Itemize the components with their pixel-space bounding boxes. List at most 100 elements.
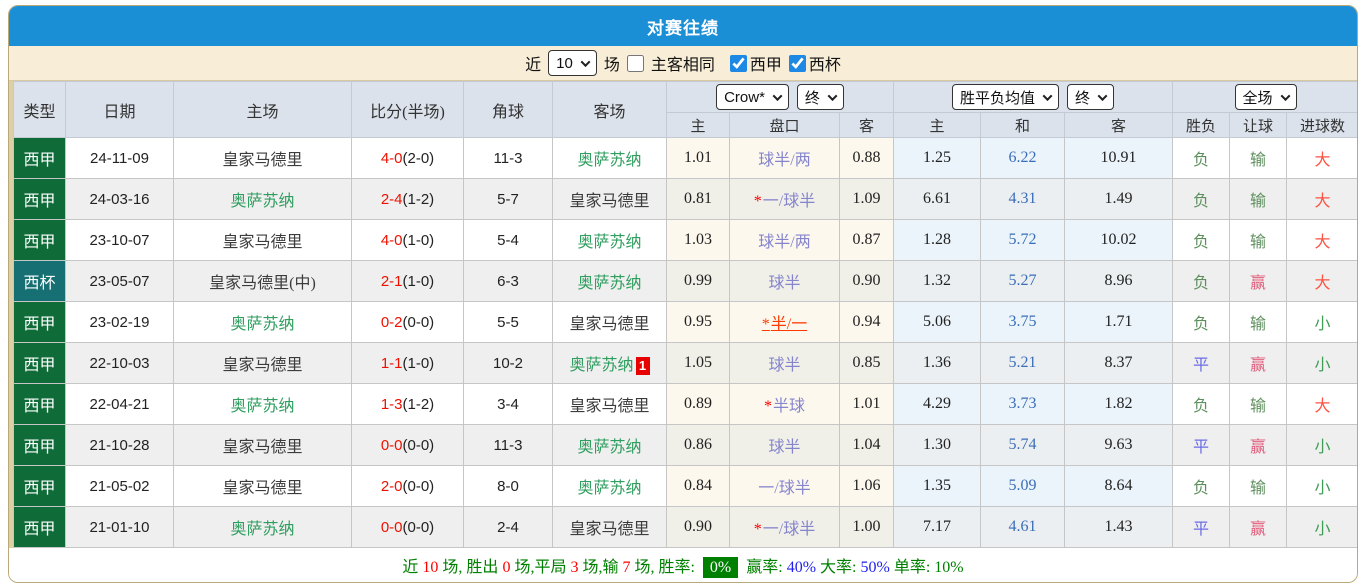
same-venue-checkbox[interactable] [626,54,644,72]
crow-away-odds-cell: 0.85 [839,342,894,384]
footer-label: 赢率: [742,559,787,576]
avg-draw-cell: 5.74 [980,424,1065,466]
sub-header-odds-home: 主 [666,112,730,138]
avg-home-cell: 6.61 [893,178,981,220]
result-goals-cell: 大 [1285,219,1357,261]
avg-draw-cell: 3.75 [980,301,1065,343]
avg-draw-cell: 5.72 [980,219,1065,261]
avg-draw-cell: 3.73 [980,383,1065,425]
footer-label: 场,平局 [510,559,571,576]
score-cell: 1-1(1-0) [351,342,464,384]
bookmaker-state-select[interactable]: 终 [796,84,844,110]
home-team-cell: 皇家马德里(中) [173,260,352,302]
summary-line: 近 10 场, 胜出 0 场,平局 3 场,输 7 场, 胜率: 0% 赢率: … [402,553,964,578]
result-goals-cell: 大 [1285,178,1357,220]
result-handicap-cell: 输 [1229,383,1287,425]
games-count-value: 10 [556,54,573,72]
home-team-cell: 皇家马德里 [173,465,352,507]
score-cell: 0-0(0-0) [351,506,464,548]
result-wl-cell: 负 [1172,465,1230,507]
chevron-down-icon [827,90,838,101]
handicap-line-cell: 球半/两 [729,219,840,261]
avg-draw-cell: 4.61 [980,506,1065,548]
score-cell: 4-0(2-0) [351,137,464,179]
avg-home-cell: 1.30 [893,424,981,466]
handicap-line-cell: *半/一 [729,301,840,343]
league-type-cell: 西甲 [13,178,66,220]
bookmaker-select[interactable]: Crow* [716,84,789,110]
away-team-cell: 皇家马德里 [552,506,667,548]
date-cell: 21-01-10 [65,506,174,548]
games-count-select[interactable]: 10 [548,50,597,76]
avg-odds-select[interactable]: 胜平负均值 [951,84,1059,110]
filter-bar: 近 10 场 主客相同 西甲 西杯 [9,46,1357,81]
score-cell: 1-3(1-2) [351,383,464,425]
chevron-down-icon [1097,90,1108,101]
result-goals-cell: 小 [1285,301,1357,343]
avg-odds-state-select[interactable]: 终 [1067,84,1115,110]
result-handicap-cell: 赢 [1229,506,1287,548]
home-team-cell: 皇家马德里 [173,137,352,179]
handicap-line-cell: 一/球半 [729,465,840,507]
home-team-cell: 奥萨苏纳 [173,178,352,220]
handicap-line-cell: 球半 [729,342,840,384]
result-handicap-cell: 输 [1229,137,1287,179]
result-goals-cell: 小 [1285,465,1357,507]
handicap-line-cell: *一/球半 [729,506,840,548]
date-cell: 21-05-02 [65,465,174,507]
result-handicap-cell: 赢 [1229,260,1287,302]
crow-away-odds-cell: 1.09 [839,178,894,220]
h2h-table-wrap: 类型 日期 主场 比分(半场) 角球 客场 Crow* 终 胜平负均值 终 全场… [9,81,1357,548]
sub-header-result-handicap: 让球 [1229,112,1287,138]
date-cell: 21-10-28 [65,424,174,466]
league-type-cell: 西甲 [13,383,66,425]
avg-draw-cell: 6.22 [980,137,1065,179]
match-row: 西甲 21-10-28 皇家马德里 0-0(0-0) 11-3 奥萨苏纳 0.86 球半 1.0… [13,424,1357,466]
near-label: 近 [525,57,542,74]
result-wl-cell: 负 [1172,383,1230,425]
match-row: 西甲 22-04-21 奥萨苏纳 1-3(1-2) 3-4 皇家马德里 0.89 *半球 1.0… [13,383,1357,425]
avg-odds-group-header: 胜平负均值 终 [893,81,1173,113]
footer-label: 单率: [889,559,935,576]
col-header-score: 比分(半场) [351,81,464,138]
league-checkbox[interactable] [729,54,747,72]
col-header-type: 类型 [13,81,66,138]
crow-home-odds-cell: 1.01 [666,137,730,179]
match-row: 西甲 21-05-02 皇家马德里 2-0(0-0) 8-0 奥萨苏纳 0.84 一/球半 1.… [13,465,1357,507]
footer-over-rate: 50% [860,559,890,576]
avg-draw-cell: 5.09 [980,465,1065,507]
footer-label: 场, 胜率: [630,559,699,576]
avg-home-cell: 4.29 [893,383,981,425]
handicap-line-cell: 球半 [729,260,840,302]
date-cell: 23-02-19 [65,301,174,343]
crow-away-odds-cell: 0.94 [839,301,894,343]
crow-home-odds-cell: 0.86 [666,424,730,466]
bookmaker-group-header: Crow* 终 [666,81,894,113]
corner-cell: 6-3 [463,260,553,302]
match-row: 西甲 23-10-07 皇家马德里 4-0(1-0) 5-4 奥萨苏纳 1.03 球半/两 0.… [13,219,1357,261]
crow-home-odds-cell: 1.03 [666,219,730,261]
avg-away-cell: 10.91 [1064,137,1173,179]
score-cell: 2-1(1-0) [351,260,464,302]
handicap-line-cell: 球半/两 [729,137,840,179]
corner-cell: 5-7 [463,178,553,220]
away-team-cell: 奥萨苏纳 [552,465,667,507]
chevron-down-icon [580,56,591,67]
corner-cell: 11-3 [463,137,553,179]
avg-home-cell: 1.25 [893,137,981,179]
result-handicap-cell: 输 [1229,219,1287,261]
footer-odd-rate: 10% [934,559,964,576]
avg-away-cell: 1.49 [1064,178,1173,220]
match-row: 西甲 22-10-03 皇家马德里 1-1(1-0) 10-2 奥萨苏纳 1 1.05 球半 0.… [13,342,1357,384]
avg-away-cell: 8.96 [1064,260,1173,302]
col-header-home: 主场 [173,81,352,138]
score-cell: 0-2(0-0) [351,301,464,343]
result-goals-cell: 大 [1285,260,1357,302]
period-select[interactable]: 全场 [1234,84,1297,110]
home-team-cell: 奥萨苏纳 [173,301,352,343]
games-label: 场 [603,57,620,74]
result-wl-cell: 负 [1172,137,1230,179]
avg-home-cell: 1.35 [893,465,981,507]
away-team-cell: 奥萨苏纳 [552,260,667,302]
cup-checkbox[interactable] [788,54,806,72]
